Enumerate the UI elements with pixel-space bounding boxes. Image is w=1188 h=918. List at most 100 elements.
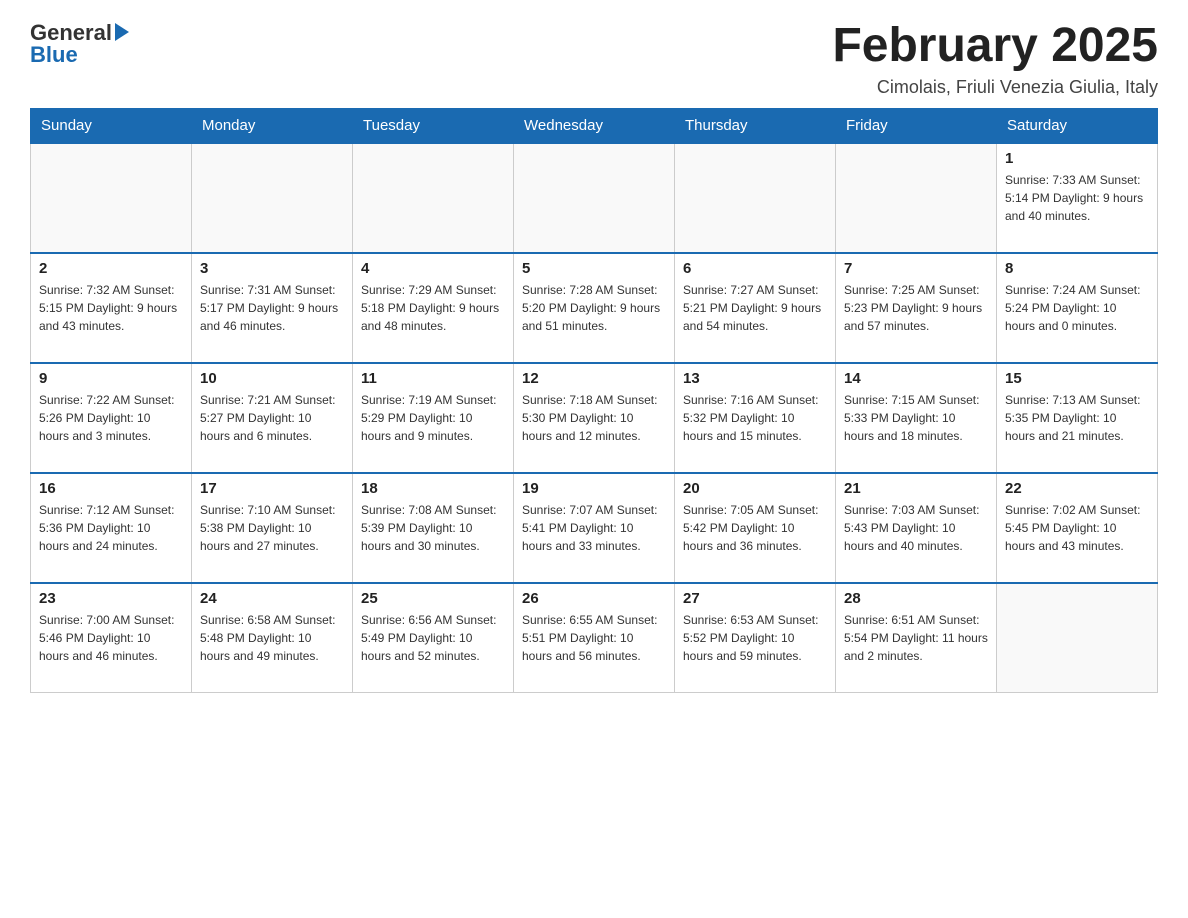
calendar-cell: 28 Sunrise: 6:51 AM Sunset: 5:54 PM Dayli… [836,583,997,693]
day-number: 16 [39,480,183,497]
calendar-cell [353,143,514,253]
calendar-cell: 2 Sunrise: 7:32 AM Sunset: 5:15 PM Daylig… [31,253,192,363]
day-number: 12 [522,370,666,387]
calendar-cell [675,143,836,253]
day-info: Sunrise: 6:53 AM Sunset: 5:52 PM Dayligh… [683,611,827,665]
calendar-cell: 23 Sunrise: 7:00 AM Sunset: 5:46 PM Dayli… [31,583,192,693]
calendar-cell: 17 Sunrise: 7:10 AM Sunset: 5:38 PM Dayli… [192,473,353,583]
day-info: Sunrise: 7:02 AM Sunset: 5:45 PM Dayligh… [1005,501,1149,555]
calendar-cell: 7 Sunrise: 7:25 AM Sunset: 5:23 PM Daylig… [836,253,997,363]
day-number: 18 [361,480,505,497]
location-subtitle: Cimolais, Friuli Venezia Giulia, Italy [832,77,1158,98]
day-info: Sunrise: 6:58 AM Sunset: 5:48 PM Dayligh… [200,611,344,665]
day-info: Sunrise: 7:24 AM Sunset: 5:24 PM Dayligh… [1005,281,1149,335]
day-number: 6 [683,260,827,277]
day-number: 24 [200,590,344,607]
day-info: Sunrise: 7:22 AM Sunset: 5:26 PM Dayligh… [39,391,183,445]
calendar-cell: 4 Sunrise: 7:29 AM Sunset: 5:18 PM Daylig… [353,253,514,363]
calendar-cell: 19 Sunrise: 7:07 AM Sunset: 5:41 PM Dayli… [514,473,675,583]
calendar-header-row: SundayMondayTuesdayWednesdayThursdayFrid… [31,108,1158,143]
day-info: Sunrise: 7:25 AM Sunset: 5:23 PM Dayligh… [844,281,988,335]
day-info: Sunrise: 7:10 AM Sunset: 5:38 PM Dayligh… [200,501,344,555]
day-number: 21 [844,480,988,497]
column-header-thursday: Thursday [675,108,836,143]
day-info: Sunrise: 7:32 AM Sunset: 5:15 PM Dayligh… [39,281,183,335]
day-number: 9 [39,370,183,387]
calendar-cell: 13Sunrise: 7:16 AM Sunset: 5:32 PM Dayli… [675,363,836,473]
calendar-cell: 20 Sunrise: 7:05 AM Sunset: 5:42 PM Dayli… [675,473,836,583]
calendar-cell: 24 Sunrise: 6:58 AM Sunset: 5:48 PM Dayli… [192,583,353,693]
calendar-cell: 22 Sunrise: 7:02 AM Sunset: 5:45 PM Dayli… [997,473,1158,583]
day-number: 1 [1005,150,1149,167]
day-number: 14 [844,370,988,387]
day-number: 23 [39,590,183,607]
calendar-cell [514,143,675,253]
calendar-cell: 3 Sunrise: 7:31 AM Sunset: 5:17 PM Daylig… [192,253,353,363]
day-info: Sunrise: 7:29 AM Sunset: 5:18 PM Dayligh… [361,281,505,335]
day-info: Sunrise: 7:28 AM Sunset: 5:20 PM Dayligh… [522,281,666,335]
day-info: Sunrise: 7:15 AM Sunset: 5:33 PM Dayligh… [844,391,988,445]
day-number: 8 [1005,260,1149,277]
day-info: Sunrise: 7:16 AM Sunset: 5:32 PM Dayligh… [683,391,827,445]
day-info: Sunrise: 7:31 AM Sunset: 5:17 PM Dayligh… [200,281,344,335]
calendar-cell: 15 Sunrise: 7:13 AM Sunset: 5:35 PM Dayli… [997,363,1158,473]
day-number: 27 [683,590,827,607]
calendar-cell: 25 Sunrise: 6:56 AM Sunset: 5:49 PM Dayli… [353,583,514,693]
day-info: Sunrise: 6:56 AM Sunset: 5:49 PM Dayligh… [361,611,505,665]
day-info: Sunrise: 6:51 AM Sunset: 5:54 PM Dayligh… [844,611,988,665]
day-number: 3 [200,260,344,277]
day-info: Sunrise: 7:12 AM Sunset: 5:36 PM Dayligh… [39,501,183,555]
day-number: 28 [844,590,988,607]
day-number: 11 [361,370,505,387]
calendar-cell: 21 Sunrise: 7:03 AM Sunset: 5:43 PM Dayli… [836,473,997,583]
day-info: Sunrise: 7:27 AM Sunset: 5:21 PM Dayligh… [683,281,827,335]
calendar-cell: 8 Sunrise: 7:24 AM Sunset: 5:24 PM Daylig… [997,253,1158,363]
logo-blue: Blue [30,42,78,68]
day-info: Sunrise: 7:05 AM Sunset: 5:42 PM Dayligh… [683,501,827,555]
column-header-tuesday: Tuesday [353,108,514,143]
calendar-cell [836,143,997,253]
day-info: Sunrise: 7:18 AM Sunset: 5:30 PM Dayligh… [522,391,666,445]
day-info: Sunrise: 7:07 AM Sunset: 5:41 PM Dayligh… [522,501,666,555]
day-number: 2 [39,260,183,277]
calendar-cell [31,143,192,253]
column-header-friday: Friday [836,108,997,143]
logo-arrow-icon [115,23,129,41]
day-info: Sunrise: 7:21 AM Sunset: 5:27 PM Dayligh… [200,391,344,445]
calendar-table: SundayMondayTuesdayWednesdayThursdayFrid… [30,108,1158,694]
week-row-5: 23 Sunrise: 7:00 AM Sunset: 5:46 PM Dayli… [31,583,1158,693]
calendar-cell: 11 Sunrise: 7:19 AM Sunset: 5:29 PM Dayli… [353,363,514,473]
day-number: 20 [683,480,827,497]
day-info: Sunrise: 7:03 AM Sunset: 5:43 PM Dayligh… [844,501,988,555]
column-header-monday: Monday [192,108,353,143]
day-number: 10 [200,370,344,387]
week-row-2: 2 Sunrise: 7:32 AM Sunset: 5:15 PM Daylig… [31,253,1158,363]
month-title: February 2025 [832,20,1158,73]
calendar-cell: 1Sunrise: 7:33 AM Sunset: 5:14 PM Daylig… [997,143,1158,253]
day-info: Sunrise: 7:13 AM Sunset: 5:35 PM Dayligh… [1005,391,1149,445]
page-header: General Blue February 2025 Cimolais, Fri… [30,20,1158,98]
column-header-saturday: Saturday [997,108,1158,143]
title-section: February 2025 Cimolais, Friuli Venezia G… [832,20,1158,98]
day-number: 15 [1005,370,1149,387]
calendar-cell: 12 Sunrise: 7:18 AM Sunset: 5:30 PM Dayli… [514,363,675,473]
day-info: Sunrise: 7:19 AM Sunset: 5:29 PM Dayligh… [361,391,505,445]
week-row-1: 1Sunrise: 7:33 AM Sunset: 5:14 PM Daylig… [31,143,1158,253]
day-number: 4 [361,260,505,277]
calendar-cell [997,583,1158,693]
column-header-sunday: Sunday [31,108,192,143]
calendar-cell: 5 Sunrise: 7:28 AM Sunset: 5:20 PM Daylig… [514,253,675,363]
day-info: Sunrise: 6:55 AM Sunset: 5:51 PM Dayligh… [522,611,666,665]
week-row-4: 16 Sunrise: 7:12 AM Sunset: 5:36 PM Dayli… [31,473,1158,583]
logo: General Blue [30,20,129,68]
day-info: Sunrise: 7:08 AM Sunset: 5:39 PM Dayligh… [361,501,505,555]
day-number: 17 [200,480,344,497]
calendar-cell: 9 Sunrise: 7:22 AM Sunset: 5:26 PM Daylig… [31,363,192,473]
day-number: 7 [844,260,988,277]
day-number: 25 [361,590,505,607]
week-row-3: 9 Sunrise: 7:22 AM Sunset: 5:26 PM Daylig… [31,363,1158,473]
day-number: 19 [522,480,666,497]
day-number: 5 [522,260,666,277]
day-info: Sunrise: 7:00 AM Sunset: 5:46 PM Dayligh… [39,611,183,665]
day-number: 22 [1005,480,1149,497]
